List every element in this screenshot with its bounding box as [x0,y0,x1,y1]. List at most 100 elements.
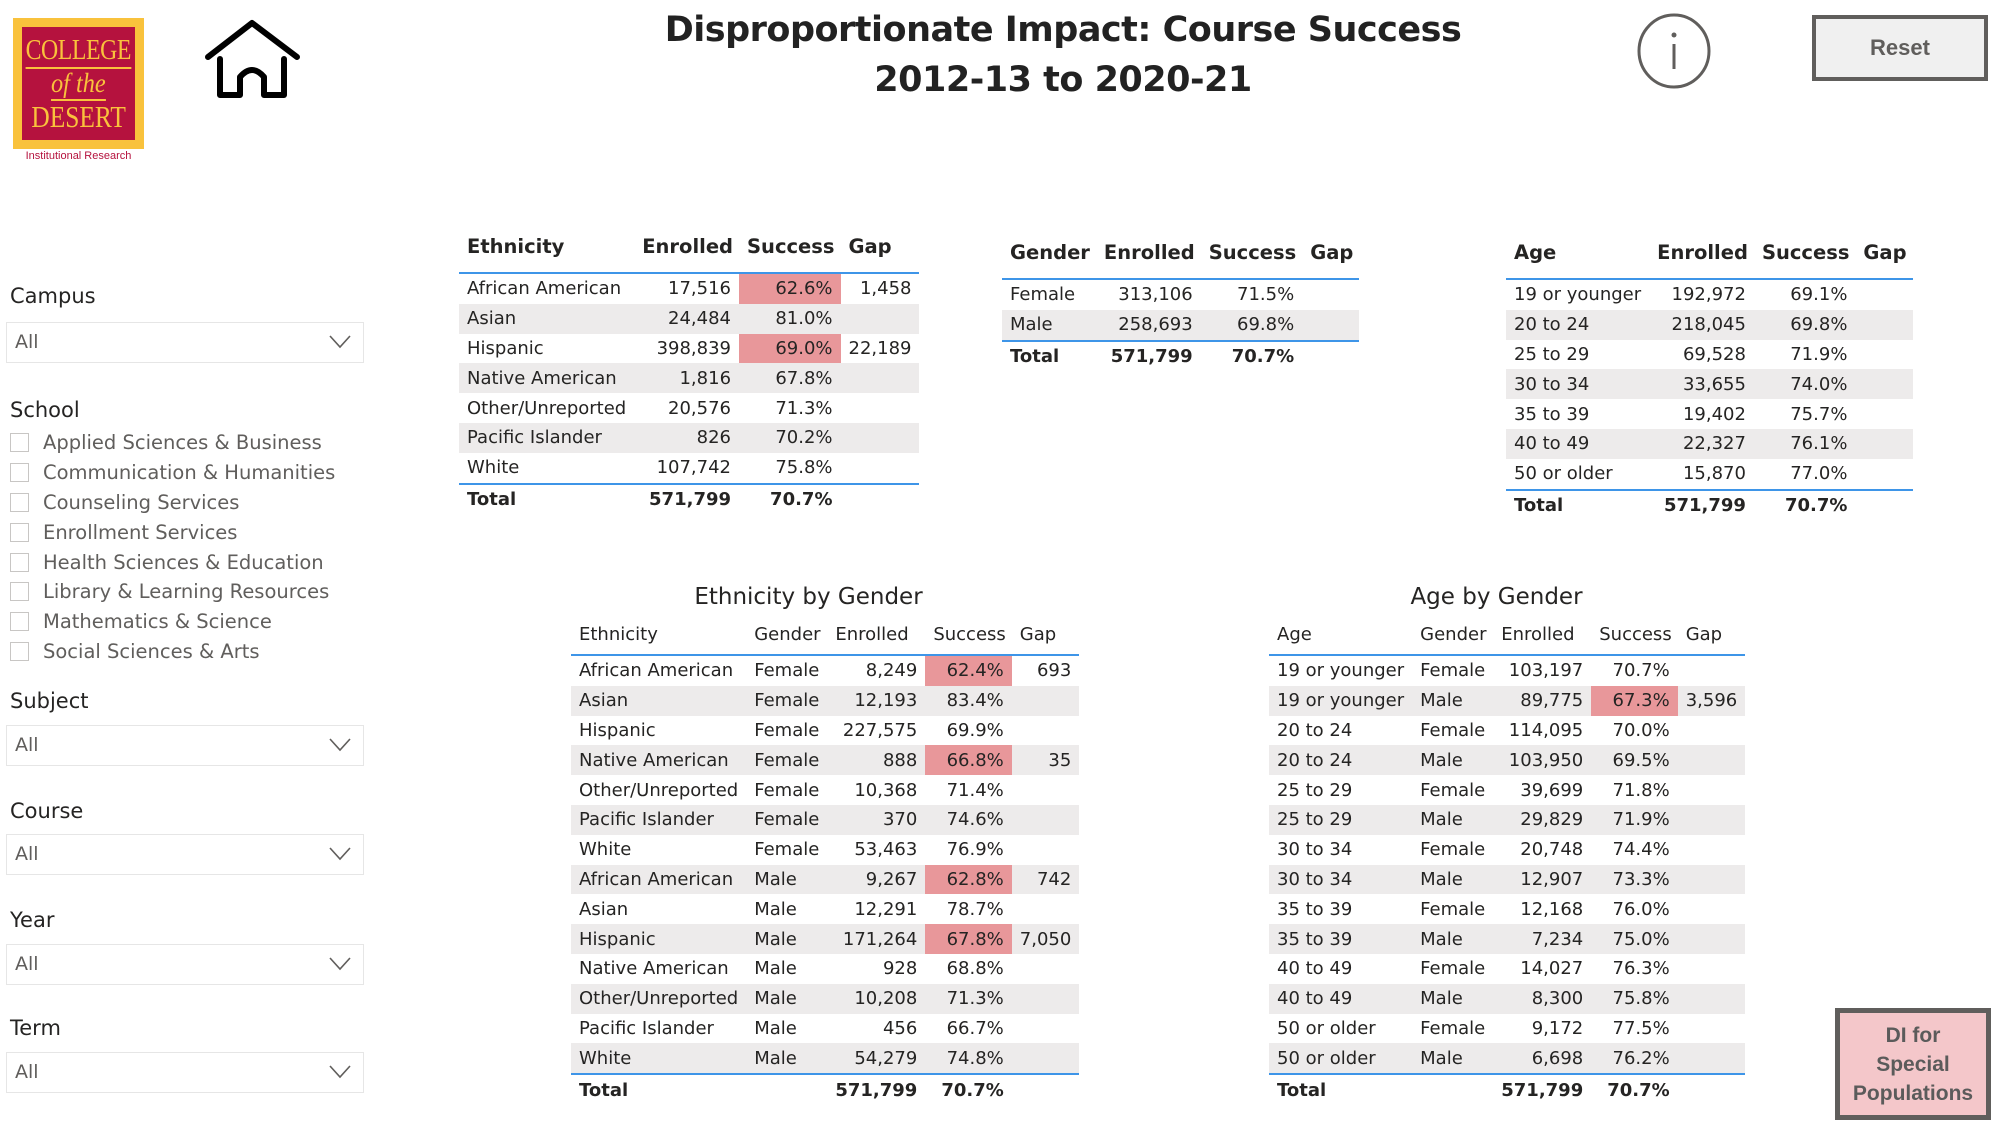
total-enrolled: 571,799 [835,1079,918,1101]
column-header[interactable]: Gap [1677,614,1746,656]
table-row: Pacific Islander Female 370 74.6% [571,804,1080,835]
column-header[interactable]: Gap [840,220,920,274]
checkbox[interactable] [10,492,29,512]
column-header[interactable]: Gender [1412,614,1494,656]
column-header[interactable]: Gap [1011,614,1080,656]
total-success: 70.7% [1607,1079,1670,1101]
column-header[interactable]: Enrolled [1493,614,1592,656]
cell-group: 20 to 24 [1506,309,1650,340]
checkbox[interactable] [10,433,29,453]
table-row: 30 to 34 33,655 74.0% [1506,369,1913,400]
checkbox[interactable] [10,641,29,661]
column-header[interactable]: Success [925,614,1012,656]
info-icon [1637,13,1711,89]
column-header[interactable]: Enrolled [1095,226,1201,280]
column-header[interactable]: Success [1753,226,1856,280]
course-dropdown[interactable]: All [6,834,364,875]
column-header[interactable]: Ethnicity [571,614,747,656]
term-dropdown[interactable]: All [6,1052,364,1093]
column-header[interactable]: Gap [1855,226,1913,280]
cell-success: 67.8% [739,363,841,394]
school-option[interactable]: Mathematics & Science [10,607,335,637]
column-header[interactable]: Gap [1302,226,1360,280]
column-header[interactable]: Success [1200,226,1303,280]
school-option[interactable]: Enrollment Services [10,517,335,547]
chevron-down-icon [329,738,351,752]
column-header[interactable]: Age [1506,226,1650,280]
column-header[interactable]: Enrolled [827,614,926,656]
cell-success: 69.8% [1200,309,1303,342]
school-option-label: Communication & Humanities [43,461,336,485]
di-special-populations-button[interactable]: DI for Special Populations [1835,1008,1991,1120]
school-option[interactable]: Applied Sciences & Business [10,428,335,458]
column-header[interactable]: Success [739,220,841,274]
cell-success: 74.8% [925,1043,1012,1076]
cell-enrolled: 12,193 [827,685,926,716]
cell-group: Pacific Islander [571,804,747,835]
info-button[interactable] [1636,13,1712,89]
total-success: 70.7% [770,489,833,511]
cell-enrolled: 103,950 [1493,745,1592,776]
checkbox[interactable] [10,522,29,542]
cell-group: 35 to 39 [1269,924,1413,954]
table-row: 20 to 24 Female 114,095 70.0% [1269,716,1745,746]
cell-enrolled: 17,516 [668,278,732,300]
cell-group: White [579,839,632,861]
school-option[interactable]: Library & Learning Resources [10,577,335,607]
cell-gap [1011,983,1080,1014]
cell-gap [1855,399,1912,429]
school-option[interactable]: Health Sciences & Education [10,547,335,577]
school-option-label: Mathematics & Science [43,610,272,634]
checkbox[interactable] [10,463,29,483]
cell-group: 19 or younger [1269,685,1413,716]
school-checkbox-list: Applied Sciences & Business Communication… [10,428,335,666]
home-button[interactable] [204,19,301,101]
column-header[interactable]: Enrolled [634,220,740,274]
cell-enrolled: 7,234 [1493,924,1592,954]
column-header[interactable]: Ethnicity [459,220,635,274]
cell-group: Male [1002,309,1096,342]
cell-gap [1677,1043,1746,1076]
cell-gap [1678,775,1746,805]
cell-success: 75.8% [1591,983,1678,1014]
total-empty [1302,341,1359,372]
checkbox[interactable] [10,612,29,632]
cell-success: 76.2% [1591,1043,1678,1076]
column-header[interactable]: Enrolled [1649,226,1754,280]
cell-success: 76.1% [1753,428,1856,459]
column-header[interactable]: Success [1591,614,1678,656]
age-table: Age Enrolled Success Gap 19 or younger 192,97… [1506,226,1913,521]
cell-enrolled: 9,267 [827,864,926,895]
cell-gap [1855,458,1913,491]
age-by-gender-table: Age Gender Enrolled Success Gap 19 or younger… [1269,614,1746,1105]
cell-group: Native American [579,958,729,980]
column-header[interactable]: Age [1269,614,1413,656]
school-option[interactable]: Communication & Humanities [10,458,335,488]
cell-enrolled: 53,463 [854,839,918,861]
year-dropdown[interactable]: All [6,944,364,985]
cell-group: 40 to 49 [1277,958,1353,980]
column-header[interactable]: Gender [1002,226,1096,280]
cell-success: 69.0% [739,333,841,364]
table-header-row: Gender Enrolled Success Gap [1002,226,1360,280]
checkbox[interactable] [10,552,29,572]
checkbox[interactable] [10,582,29,602]
cell-enrolled: 6,698 [1493,1043,1592,1076]
cell-gender: Male [746,864,828,895]
column-header[interactable]: Gender [746,614,828,656]
logo-line2: of the [51,69,106,101]
total-empty [1855,490,1912,521]
campus-dropdown[interactable]: All [6,322,364,363]
cell-gap [840,422,920,453]
cell-gap: 693 [1036,660,1072,682]
table-row: 50 or older Male 6,698 76.2% [1269,1043,1746,1076]
course-value: All [15,843,39,865]
school-option[interactable]: Social Sciences & Arts [10,637,335,667]
subject-dropdown[interactable]: All [6,725,364,766]
di-line1: DI for [1885,1023,1941,1047]
cell-success: 66.7% [946,1017,1004,1039]
cell-gender: Male [1412,864,1494,895]
school-option[interactable]: Counseling Services [10,488,335,518]
reset-button[interactable]: Reset [1812,15,1988,81]
cell-group: 20 to 24 [1269,745,1413,776]
